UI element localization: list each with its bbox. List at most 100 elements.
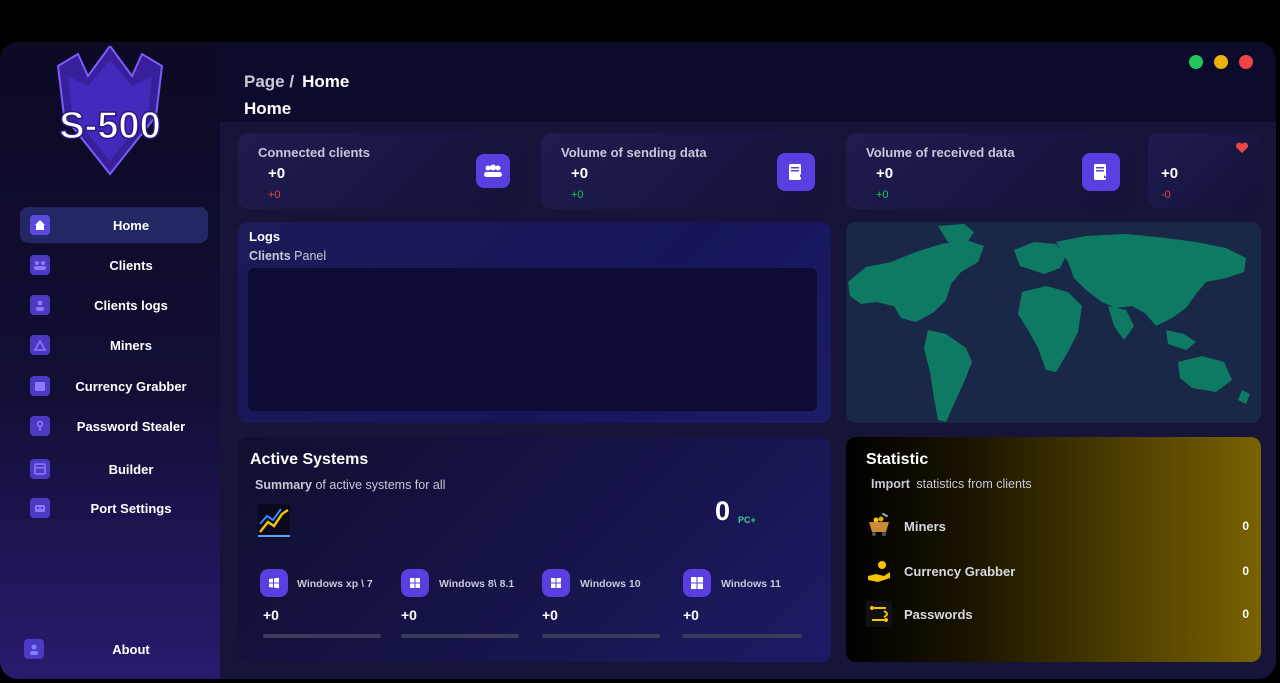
active-systems-panel: Active Systems Summary of active systems… bbox=[238, 437, 831, 662]
upload-icon bbox=[777, 153, 815, 191]
statistic-import: Import statistics from clients bbox=[871, 477, 1032, 491]
mining-cart-icon bbox=[866, 512, 892, 538]
logs-title: Logs bbox=[249, 229, 281, 244]
stat-card-connected-clients: Connected clients +0 +0 bbox=[238, 133, 528, 209]
summary-text: of active systems for all bbox=[315, 478, 446, 492]
logs-panel: Logs Clients Panel bbox=[238, 222, 831, 423]
logo: S-500 bbox=[48, 44, 172, 178]
sidebar-item-label: Port Settings bbox=[90, 500, 172, 516]
import-bold: Import bbox=[871, 477, 910, 491]
logo-text: S-500 bbox=[59, 105, 160, 147]
stat-card-health: +0 -0 bbox=[1148, 133, 1261, 209]
windows-8-icon bbox=[401, 569, 429, 597]
sidebar-item-currency-grabber[interactable]: Currency Grabber bbox=[20, 368, 208, 404]
sidebar-item-label: Home bbox=[112, 217, 150, 233]
logs-output[interactable] bbox=[248, 268, 817, 411]
stat-delta: -0 bbox=[1161, 189, 1171, 201]
os-progress-bar bbox=[682, 634, 802, 638]
wallet-icon bbox=[30, 376, 50, 396]
world-map[interactable] bbox=[846, 222, 1261, 423]
sidebar-item-port-settings[interactable]: Port Settings bbox=[20, 490, 208, 526]
sidebar-item-builder[interactable]: Builder bbox=[20, 451, 208, 487]
active-systems-summary: Summary of active systems for all bbox=[255, 478, 445, 492]
statistic-row-value: 0 bbox=[1242, 564, 1249, 578]
import-text: statistics from clients bbox=[916, 477, 1032, 491]
breadcrumb-current: Home bbox=[302, 72, 350, 91]
breadcrumb-root[interactable]: Page / bbox=[244, 72, 294, 91]
sidebar: S-500 Home Clients Clients logs Miners C… bbox=[0, 42, 220, 679]
logs-subtitle-bold: Clients bbox=[249, 249, 291, 263]
breadcrumb: Page / Home bbox=[244, 72, 349, 92]
sidebar-item-about[interactable]: About bbox=[20, 631, 208, 667]
key-icon bbox=[30, 416, 50, 436]
os-name: Windows xp \ 7 bbox=[297, 578, 373, 590]
stat-card-sending-data: Volume of sending data +0 +0 bbox=[541, 133, 831, 209]
windows-11-icon bbox=[683, 569, 711, 597]
builder-icon bbox=[30, 459, 50, 479]
stat-title: Volume of received data bbox=[866, 145, 1015, 160]
os-name: Windows 10 bbox=[580, 578, 641, 590]
os-value: +0 bbox=[542, 607, 558, 623]
stat-card-received-data: Volume of received data +0 +0 bbox=[846, 133, 1136, 209]
os-value: +0 bbox=[401, 607, 417, 623]
stat-title: Volume of sending data bbox=[561, 145, 707, 160]
logs-subtitle: Clients Panel bbox=[249, 249, 326, 263]
sidebar-item-label: Currency Grabber bbox=[75, 378, 187, 394]
stat-value: +0 bbox=[268, 165, 286, 182]
statistic-row-label: Passwords bbox=[904, 607, 973, 622]
window-control-green[interactable] bbox=[1189, 55, 1203, 69]
stat-delta: +0 bbox=[571, 189, 584, 201]
password-icon bbox=[866, 601, 892, 627]
sidebar-item-label: Builder bbox=[108, 461, 154, 477]
os-name: Windows 8\ 8.1 bbox=[439, 578, 515, 590]
users-icon bbox=[30, 255, 50, 275]
statistic-row-value: 0 bbox=[1242, 519, 1249, 533]
sidebar-item-label: Clients logs bbox=[94, 297, 168, 313]
windows-xp-icon bbox=[260, 569, 288, 597]
stat-value: +0 bbox=[571, 165, 589, 182]
statistic-panel: Statistic Import statistics from clients… bbox=[846, 437, 1261, 662]
home-icon bbox=[30, 215, 50, 235]
logs-subtitle-text: Panel bbox=[294, 249, 327, 263]
stat-title: Connected clients bbox=[258, 145, 370, 160]
os-progress-bar bbox=[542, 634, 660, 638]
sidebar-item-label: About bbox=[112, 641, 150, 657]
download-icon bbox=[1082, 153, 1120, 191]
app-window: S-500 Home Clients Clients logs Miners C… bbox=[0, 42, 1276, 679]
sidebar-item-clients[interactable]: Clients bbox=[20, 247, 208, 283]
heart-icon bbox=[1235, 141, 1249, 159]
windows-10-icon bbox=[542, 569, 570, 597]
user-log-icon bbox=[30, 295, 50, 315]
sidebar-item-clients-logs[interactable]: Clients logs bbox=[20, 287, 208, 323]
sidebar-item-miners[interactable]: Miners bbox=[20, 327, 208, 363]
os-progress-bar bbox=[263, 634, 381, 638]
hand-coin-icon bbox=[866, 558, 892, 584]
summary-bold: Summary bbox=[255, 478, 312, 492]
about-icon bbox=[24, 639, 44, 659]
statistic-row-value: 0 bbox=[1242, 607, 1249, 621]
main-area: Page / Home Home Connected clients +0 +0 … bbox=[220, 42, 1276, 679]
sidebar-item-home[interactable]: Home bbox=[20, 207, 208, 243]
stat-delta: +0 bbox=[876, 189, 889, 201]
port-icon bbox=[30, 498, 50, 518]
sidebar-item-label: Clients bbox=[109, 257, 153, 273]
stat-value: +0 bbox=[1161, 165, 1179, 182]
content-area: Connected clients +0 +0 Volume of sendin… bbox=[220, 122, 1276, 679]
sidebar-item-label: Miners bbox=[110, 337, 152, 353]
os-progress-bar bbox=[401, 634, 519, 638]
window-control-red[interactable] bbox=[1239, 55, 1253, 69]
stat-value: +0 bbox=[876, 165, 894, 182]
trend-chart-icon bbox=[258, 504, 290, 538]
stat-delta: +0 bbox=[268, 189, 281, 201]
sidebar-item-password-stealer[interactable]: Password Stealer bbox=[20, 408, 208, 444]
world-map-graphic bbox=[848, 224, 1250, 422]
users-icon bbox=[476, 154, 510, 188]
active-systems-title: Active Systems bbox=[250, 451, 369, 468]
statistic-title: Statistic bbox=[866, 451, 929, 468]
sidebar-item-label: Password Stealer bbox=[76, 418, 186, 434]
window-control-yellow[interactable] bbox=[1214, 55, 1228, 69]
active-systems-unit: PC+ bbox=[738, 515, 756, 525]
os-value: +0 bbox=[263, 607, 279, 623]
active-systems-total: 0 bbox=[715, 496, 731, 526]
os-name: Windows 11 bbox=[721, 578, 782, 590]
